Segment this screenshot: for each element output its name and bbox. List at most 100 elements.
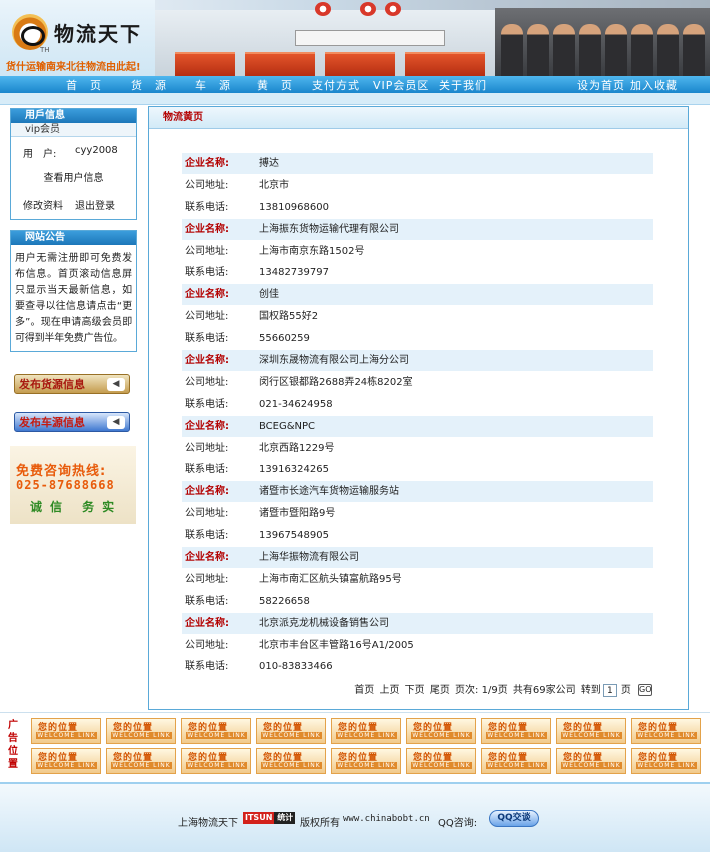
pagination: 首页 上页 下页 尾页 页次: 1/9页 共有69家公司 转到 1 页 GO [352, 681, 652, 697]
site-header: 物流天下 TH 货什运输南来北往物流由此起! [0, 0, 710, 76]
company-name-value[interactable]: BCEG&NPC [259, 416, 315, 438]
company-address-row: 公司地址: 北京市丰台区丰管路16号A1/2005 [182, 634, 653, 657]
ad-slot[interactable]: 您的位置 WELCOME LINK [31, 718, 101, 744]
ad-slot-subtext: WELCOME LINK [261, 732, 322, 739]
company-address-row: 公司地址: 闵行区银都路2688弄24栋8202室 [182, 371, 653, 394]
itsun-stats-badge[interactable]: ITSUN 统计 [243, 812, 295, 824]
qq-label: QQ咨询: [438, 818, 478, 829]
ad-slot[interactable]: 您的位置 WELCOME LINK [31, 748, 101, 774]
footer-rights: 版权所有 [300, 818, 340, 829]
nav-payment[interactable]: 支付方式 [312, 77, 360, 93]
nav-add-favorite[interactable]: 加入收藏 [630, 77, 678, 93]
company-name-value[interactable]: 上海华振物流有限公司 [259, 547, 359, 569]
ad-slot-subtext: WELCOME LINK [636, 762, 697, 769]
logout-link[interactable]: 退出登录 [75, 197, 115, 212]
hotline-banner: 免费咨询热线: 025-87688668 诚信 务实 [10, 446, 136, 524]
company-address-label: 公司地址: [185, 311, 229, 323]
company-name-row: 企业名称: 深圳东晟物流有限公司上海分公司 [182, 350, 653, 372]
ad-slot[interactable]: 您的位置 WELCOME LINK [631, 748, 701, 774]
site-logo[interactable]: 物流天下 TH [10, 8, 160, 58]
company-phone-value: 13967548905 [259, 530, 329, 542]
ad-slot[interactable]: 您的位置 WELCOME LINK [331, 748, 401, 774]
company-name-label: 企业名称: [185, 355, 229, 367]
company-phone-value: 010-83833466 [259, 661, 333, 673]
logo-mark-icon [12, 14, 48, 50]
pager-total: 共有69家公司 [512, 685, 576, 696]
company-address-value: 北京市丰台区丰管路16号A1/2005 [259, 639, 414, 651]
banner-truck [405, 52, 485, 76]
banner-truck [175, 52, 235, 76]
ad-slot[interactable]: 您的位置 WELCOME LINK [631, 718, 701, 744]
company-name-row: 企业名称: BCEG&NPC [182, 415, 653, 438]
ad-slot[interactable]: 您的位置 WELCOME LINK [481, 718, 551, 744]
ad-slot[interactable]: 您的位置 WELCOME LINK [406, 748, 476, 774]
company-phone-label: 联系电话: [185, 333, 229, 345]
company-phone-label: 联系电话: [185, 201, 229, 213]
ad-slot[interactable]: 您的位置 WELCOME LINK [481, 748, 551, 774]
edit-profile-link[interactable]: 修改资料 [23, 197, 63, 212]
company-address-label: 公司地址: [185, 573, 229, 585]
publish-cars-button[interactable]: 发布车源信息 ◀ [14, 412, 130, 432]
page-number-input[interactable]: 1 [602, 683, 617, 697]
header-banner-image [155, 0, 710, 76]
ad-slot-subtext: WELCOME LINK [561, 762, 622, 769]
nav-about[interactable]: 关于我们 [439, 77, 487, 93]
company-phone-label: 联系电话: [185, 595, 229, 607]
company-name-value[interactable]: 创佳 [259, 284, 279, 306]
company-phone-label: 联系电话: [185, 661, 229, 673]
ad-slot[interactable]: 您的位置 WELCOME LINK [406, 718, 476, 744]
vip-label: vip会员 [11, 123, 136, 137]
ad-slot[interactable]: 您的位置 WELCOME LINK [256, 748, 326, 774]
ad-slot-subtext: WELCOME LINK [261, 762, 322, 769]
pager-last[interactable]: 尾页 [430, 685, 450, 696]
ad-slot[interactable]: 您的位置 WELCOME LINK [106, 748, 176, 774]
nav-cars[interactable]: 车 源 [195, 77, 231, 93]
pager-prev[interactable]: 上页 [379, 685, 399, 696]
pager-next[interactable]: 下页 [405, 685, 425, 696]
ad-slot[interactable]: 您的位置 WELCOME LINK [106, 718, 176, 744]
nav-yellow-pages[interactable]: 黄 页 [257, 77, 293, 93]
footer-org: 上海物流天下 [178, 818, 238, 829]
ad-slot[interactable]: 您的位置 WELCOME LINK [256, 718, 326, 744]
go-button[interactable]: GO [638, 684, 652, 696]
company-phone-row: 联系电话: 13916324265 [182, 459, 653, 482]
company-name-value[interactable]: 诸暨市长途汽车货物运输服务站 [259, 481, 399, 503]
banner-sign [295, 30, 445, 46]
view-user-info-link[interactable]: 查看用户信息 [11, 169, 136, 184]
arrow-left-icon: ◀ [107, 378, 125, 391]
nav-set-homepage[interactable]: 设为首页 [577, 77, 625, 93]
publish-goods-button[interactable]: 发布货源信息 ◀ [14, 374, 130, 394]
nav-vip[interactable]: VIP会员区 [373, 77, 429, 93]
banner-balloon [315, 2, 331, 16]
company-name-value[interactable]: 深圳东晟物流有限公司上海分公司 [259, 350, 409, 372]
qq-chat-button[interactable]: QQ交谈 [489, 810, 539, 827]
company-name-value[interactable]: 上海振东货物运输代理有限公司 [259, 219, 399, 241]
ad-slot-subtext: WELCOME LINK [336, 762, 397, 769]
nav-goods[interactable]: 货 源 [131, 77, 167, 93]
company-phone-value: 13916324265 [259, 464, 329, 476]
notice-panel: 网站公告 用户无需注册即可免费发布信息。首页滚动信息屏只显示当天最新信息，如要查… [10, 230, 137, 352]
company-phone-value: 55660259 [259, 333, 310, 345]
company-name-value[interactable]: 北京派克龙机械设备销售公司 [259, 613, 389, 635]
company-address-row: 公司地址: 上海市南汇区航头镇富航路95号 [182, 568, 653, 591]
ad-slot[interactable]: 您的位置 WELCOME LINK [331, 718, 401, 744]
nav-home[interactable]: 首 页 [66, 77, 102, 93]
company-name-value[interactable]: 搏达 [259, 153, 279, 175]
banner-truck [325, 52, 395, 76]
notice-text: 用户无需注册即可免费发布信息。首页滚动信息屏只显示当天最新信息，如要查寻以往信息… [15, 253, 132, 344]
company-address-label: 公司地址: [185, 639, 229, 651]
ad-slot[interactable]: 您的位置 WELCOME LINK [181, 748, 251, 774]
site-name: 物流天下 [54, 22, 142, 46]
company-phone-value: 021-34624958 [259, 398, 333, 410]
itsun-badge-label: 统计 [277, 813, 294, 822]
company-name-label: 企业名称: [185, 617, 229, 629]
site-slogan: 货什运输南来北往物流由此起! [6, 62, 141, 73]
ad-slot[interactable]: 您的位置 WELCOME LINK [556, 718, 626, 744]
company-address-value: 国权路55好2 [259, 311, 319, 323]
ad-slot-subtext: WELCOME LINK [411, 732, 472, 739]
ad-slot[interactable]: 您的位置 WELCOME LINK [556, 748, 626, 774]
pager-first[interactable]: 首页 [354, 685, 374, 696]
ad-slot[interactable]: 您的位置 WELCOME LINK [181, 718, 251, 744]
company-list: 企业名称: 搏达 公司地址: 北京市 联系电话: 13810968600 企业名称: 上海振东… [182, 153, 653, 679]
company-phone-value: 13482739797 [259, 267, 329, 279]
